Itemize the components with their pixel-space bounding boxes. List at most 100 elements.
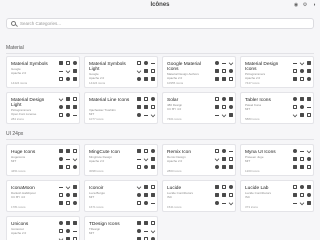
sample-icon — [300, 105, 304, 109]
sample-icon — [144, 69, 148, 73]
icon-set-card[interactable]: Material Design Icons Pictogrammers Apache… — [240, 56, 314, 88]
sample-icon — [59, 61, 63, 65]
sample-icon — [137, 221, 141, 225]
sample-icon — [73, 115, 77, 116]
icon-set-card[interactable]: Solar 480 Design CC BY 4.0 7401 icons — [162, 92, 236, 124]
sample-icon — [137, 193, 141, 197]
sample-icon — [73, 149, 77, 153]
icon-set-card[interactable]: Huge Icons Hugeicons MIT 4451 icons — [6, 144, 80, 176]
sample-icon — [222, 63, 226, 64]
sample-icon — [307, 61, 311, 65]
sample-icon — [66, 165, 70, 169]
sample-icon — [229, 69, 233, 73]
icon-set-count: 5880 icons — [245, 117, 260, 121]
section-title-ui24: UI 24px — [6, 131, 24, 137]
search-input[interactable] — [20, 19, 300, 28]
icon-set-card[interactable]: Material Symbols Light Google Apache 2.0 14… — [84, 56, 158, 88]
sample-icon — [229, 193, 233, 197]
sample-icon — [299, 60, 305, 66]
sample-icon — [221, 112, 227, 118]
icon-set-card[interactable]: IconaMoon Dariush Habibpour CC BY 4.0 1781 … — [6, 180, 80, 212]
settings-icon[interactable]: ⚙ — [302, 2, 308, 8]
sample-icon — [65, 68, 71, 74]
icon-set-card[interactable]: Material Symbols Google Apache 2.0 14424 ic… — [6, 56, 80, 88]
icon-set-count: 1781 icons — [11, 205, 26, 209]
icon-set-card[interactable]: Material Line Icons Vjacheslav Trushkin MI… — [84, 92, 158, 124]
sample-icon — [137, 165, 141, 169]
sample-icon — [300, 97, 304, 101]
sample-icon — [137, 201, 141, 205]
icon-set-card[interactable]: UniconsIconscoutApache 2.01215 icons — [6, 216, 80, 240]
sample-icon — [215, 165, 219, 169]
icon-set-card[interactable]: Iconoir Luca Burgio MIT 1671 icons — [84, 180, 158, 212]
sample-icon — [59, 77, 63, 81]
sample-icon — [228, 200, 234, 206]
sample-icon — [66, 149, 70, 153]
sample-icon — [144, 185, 148, 189]
icon-set-card[interactable]: Google Material Icons Material Design Aut… — [162, 56, 236, 88]
icon-set-name: Google Material Icons — [167, 62, 201, 73]
search-icon — [11, 21, 16, 26]
sample-icon — [215, 69, 219, 73]
icon-set-card[interactable]: Material Design Light Pictogrammers Open F… — [6, 92, 80, 124]
title-bar: Icônes ◉ ⚙ ◑ — [0, 0, 320, 13]
sample-icon — [151, 69, 155, 73]
sample-icon — [144, 115, 148, 116]
icon-set-card[interactable]: Remix Icon Remix Design Apache 2.0 2860 ico… — [162, 144, 236, 176]
sample-icon — [222, 77, 226, 81]
github-icon[interactable]: ◉ — [293, 2, 299, 8]
sample-icon — [136, 68, 142, 74]
icon-set-count: 4451 icons — [11, 169, 26, 173]
sample-icon — [215, 77, 219, 81]
sample-icon — [66, 105, 70, 109]
sample-icon — [307, 69, 311, 73]
sample-icon — [151, 63, 155, 64]
icon-set-card[interactable]: MingCute Icon MingCute Design Apache 2.0 30… — [84, 144, 158, 176]
sample-icon — [299, 200, 305, 206]
icon-set-card[interactable]: Lucide Lab Lucide Contributors ISC 373 icon… — [240, 180, 314, 212]
icon-set-card[interactable]: TDesign IconsTDesignMIT2125 icons — [84, 216, 158, 240]
sample-icon — [59, 229, 63, 233]
sample-icon — [66, 229, 70, 233]
sample-icon — [151, 185, 155, 189]
sample-icon — [73, 97, 77, 101]
sample-icon — [144, 201, 148, 205]
dark-mode-icon[interactable]: ◑ — [311, 2, 317, 8]
sample-icon — [151, 165, 155, 169]
icon-set-license: MIT — [11, 158, 17, 163]
sample-icon — [137, 61, 141, 65]
sample-icon — [300, 69, 304, 73]
sample-icon — [222, 193, 226, 197]
sample-icon — [144, 105, 148, 109]
icon-set-count: 284 icons — [11, 117, 24, 121]
sample-icon — [293, 203, 297, 204]
sample-icon — [59, 113, 63, 117]
search-bar[interactable] — [6, 18, 314, 29]
sample-icon — [229, 97, 233, 101]
sample-icon — [144, 221, 148, 225]
icon-set-count: 3098 icons — [89, 169, 104, 173]
sample-icon — [215, 149, 219, 153]
icon-set-card[interactable]: Myna UI Icons Praveen Juge MIT 1200 icons — [240, 144, 314, 176]
sample-icon — [73, 77, 77, 81]
icon-set-count: 1671 icons — [89, 205, 104, 209]
sample-icon — [66, 193, 70, 197]
sample-icon — [72, 156, 78, 162]
sample-icon — [66, 97, 70, 101]
sample-icon — [307, 185, 311, 189]
sample-icon — [65, 184, 71, 190]
app-title: Icônes — [150, 2, 170, 8]
icon-set-name: Material Design Light — [11, 98, 45, 109]
sample-icon — [137, 229, 141, 233]
sample-icon — [229, 105, 233, 109]
icon-set-license: CC BY 4.0 — [11, 194, 26, 199]
sample-icon — [151, 203, 155, 204]
sample-icon — [292, 112, 298, 118]
icon-set-card[interactable]: Tabler Icons Pawel Kuna MIT 5880 icons — [240, 92, 314, 124]
sample-icon — [307, 193, 311, 197]
sample-icon — [215, 193, 219, 197]
sample-icon — [293, 165, 297, 169]
icon-set-license: Apache 2.0 — [89, 158, 105, 163]
icon-set-card[interactable]: Lucide Lucide Contributors ISC 1541 icons — [162, 180, 236, 212]
sample-icon — [144, 61, 148, 65]
